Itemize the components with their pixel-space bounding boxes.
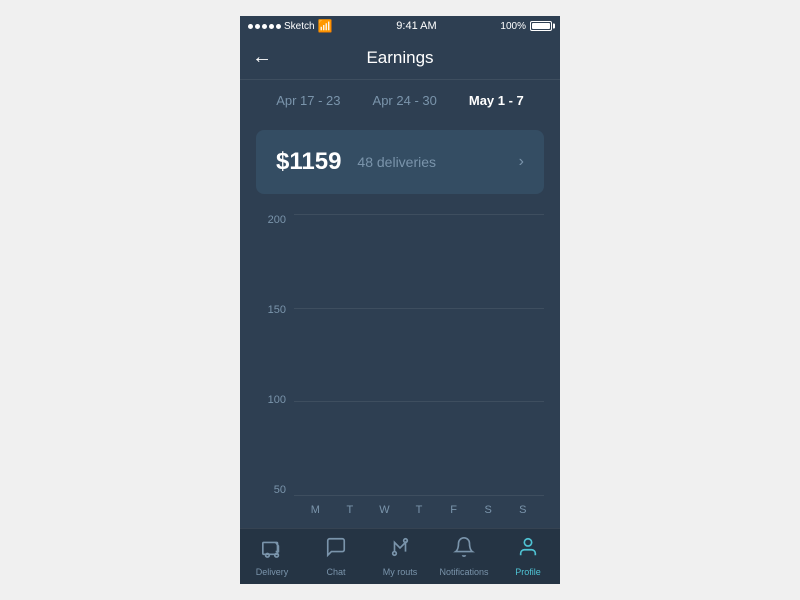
notifications-icon: [453, 536, 475, 564]
earnings-amount: $1159: [276, 148, 341, 176]
status-left: Sketch 📶: [248, 19, 333, 33]
chart-plot: M T W T F S S: [294, 214, 544, 524]
deliveries-count: 48 deliveries: [357, 154, 436, 170]
chart-container: 200 150 100 50: [256, 214, 544, 524]
chevron-right-icon: ›: [519, 153, 524, 171]
wifi-icon: 📶: [318, 19, 333, 33]
x-label-w: W: [367, 504, 402, 516]
x-label-f: F: [436, 504, 471, 516]
status-time: 9:41 AM: [396, 20, 436, 32]
profile-label: Profile: [515, 567, 541, 577]
battery-fill: [532, 23, 550, 29]
status-right: 100%: [500, 21, 552, 32]
bars-row: [294, 214, 544, 496]
signal-dots: [248, 24, 281, 29]
x-label-s1: S: [471, 504, 506, 516]
summary-card[interactable]: $1159 48 deliveries ›: [256, 130, 544, 194]
chat-label: Chat: [326, 567, 345, 577]
notifications-label: Notifications: [439, 567, 488, 577]
phone-frame: Sketch 📶 9:41 AM 100% ← Earnings Apr 17 …: [240, 16, 560, 584]
x-label-t1: T: [333, 504, 368, 516]
week-tab-apr17[interactable]: Apr 17 - 23: [270, 89, 346, 112]
profile-icon: [517, 536, 539, 564]
page-title: Earnings: [366, 48, 433, 68]
week-tabs: Apr 17 - 23 Apr 24 - 30 May 1 - 7: [240, 80, 560, 120]
nav-item-routes[interactable]: My routs: [368, 536, 432, 577]
nav-item-notifications[interactable]: Notifications: [432, 536, 496, 577]
x-label-t2: T: [402, 504, 437, 516]
delivery-label: Delivery: [256, 567, 289, 577]
week-tab-may1[interactable]: May 1 - 7: [463, 89, 530, 112]
delivery-icon: [261, 536, 283, 564]
battery-icon: [530, 21, 552, 31]
week-tab-apr24[interactable]: Apr 24 - 30: [367, 89, 443, 112]
back-button[interactable]: ←: [252, 46, 272, 69]
nav-item-profile[interactable]: Profile: [496, 536, 560, 577]
y-label-100: 100: [256, 394, 286, 406]
y-label-150: 150: [256, 304, 286, 316]
y-label-50: 50: [256, 484, 286, 496]
summary-left: $1159 48 deliveries: [276, 148, 436, 176]
chart-area: 200 150 100 50: [240, 204, 560, 528]
nav-item-chat[interactable]: Chat: [304, 536, 368, 577]
bottom-nav: Delivery Chat My routs: [240, 528, 560, 584]
x-label-m: M: [298, 504, 333, 516]
app-name-label: Sketch: [284, 21, 315, 32]
y-label-200: 200: [256, 214, 286, 226]
battery-label: 100%: [500, 21, 526, 32]
header: ← Earnings: [240, 36, 560, 80]
routes-label: My routs: [383, 567, 418, 577]
x-axis: M T W T F S S: [294, 496, 544, 524]
status-bar: Sketch 📶 9:41 AM 100%: [240, 16, 560, 36]
x-label-s2: S: [505, 504, 540, 516]
chat-icon: [325, 536, 347, 564]
nav-item-delivery[interactable]: Delivery: [240, 536, 304, 577]
routes-icon: [389, 536, 411, 564]
y-axis: 200 150 100 50: [256, 214, 286, 524]
